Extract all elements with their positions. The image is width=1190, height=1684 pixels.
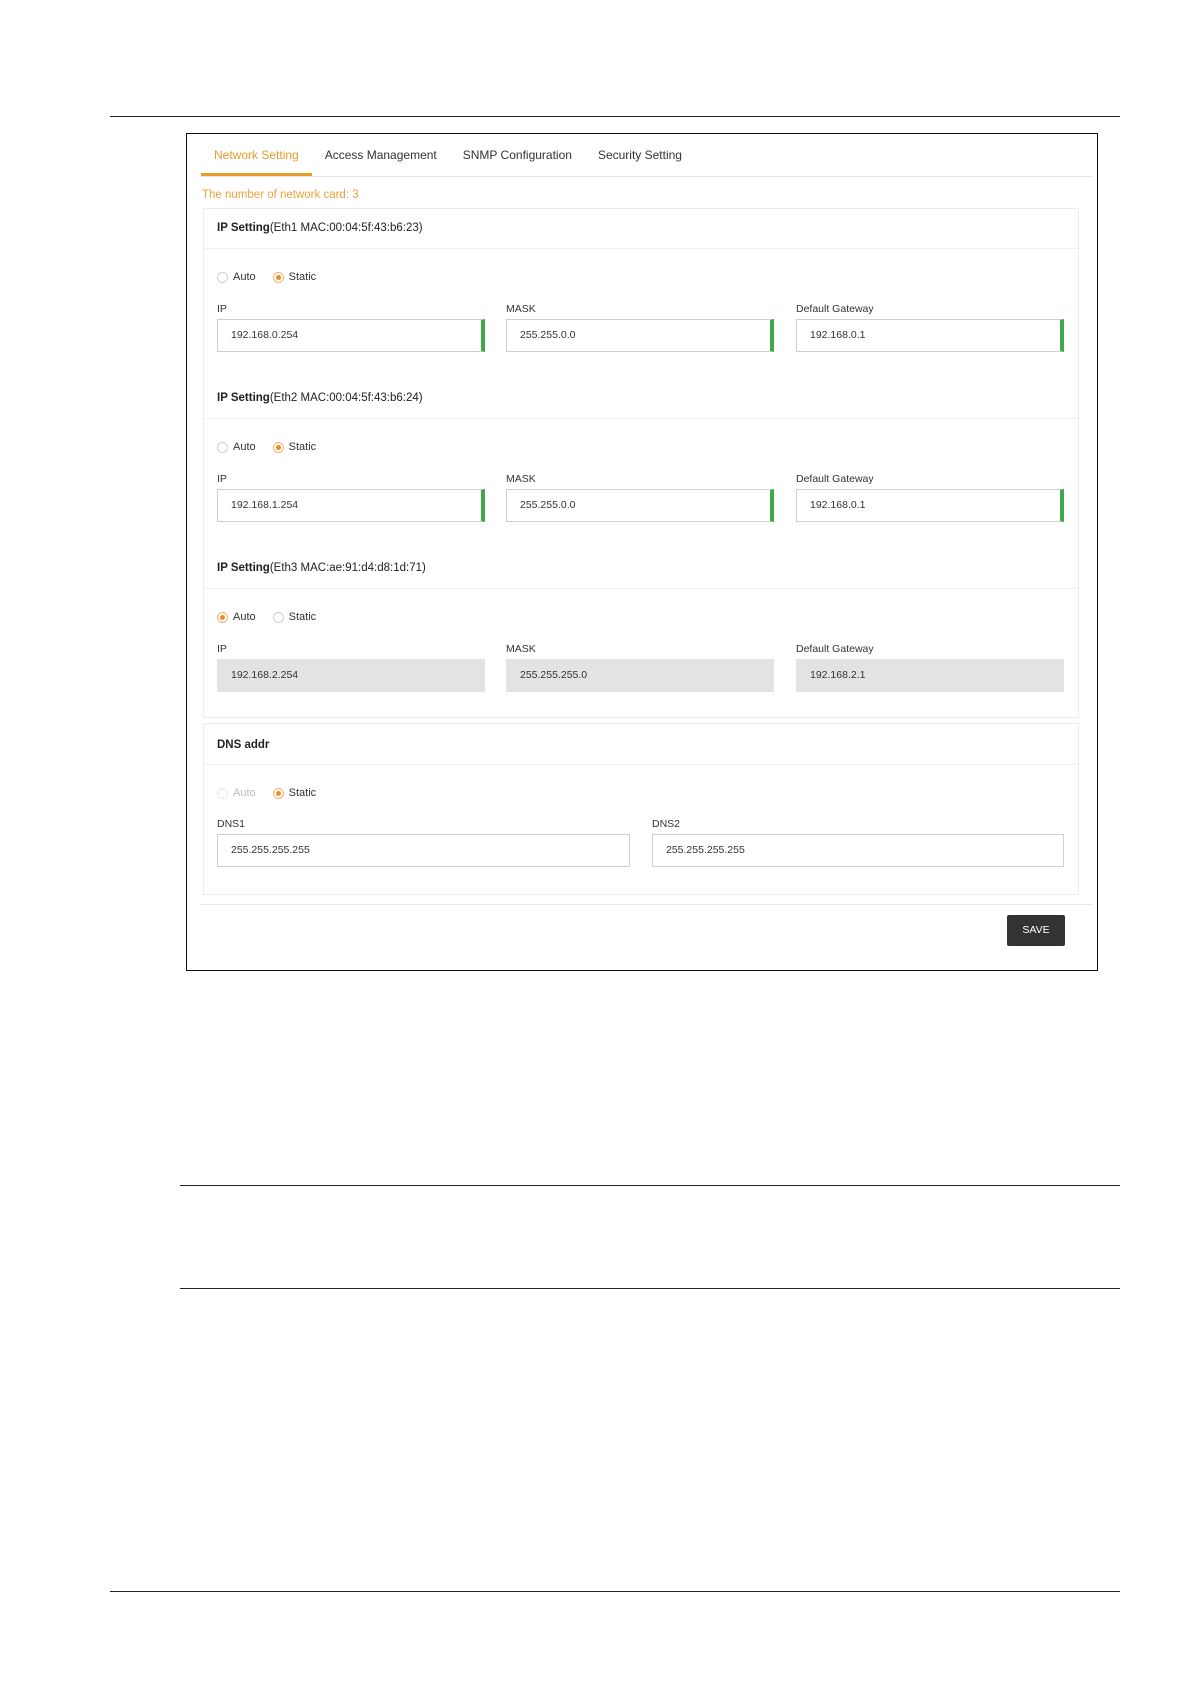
tab-security-setting[interactable]: Security Setting: [585, 134, 695, 176]
eth3-ip-label: IP: [217, 643, 227, 655]
eth2-gateway-label: Default Gateway: [796, 473, 874, 485]
eth2-static-radio[interactable]: [272, 441, 284, 453]
eth1-ip-label: IP: [217, 303, 227, 315]
eth2-auto-label: Auto: [233, 441, 256, 453]
eth1-divider: [204, 248, 1078, 249]
dns-title: DNS addr: [217, 739, 270, 751]
eth1-auto-label: Auto: [233, 271, 256, 283]
dns-divider: [204, 764, 1078, 765]
page-bottom-rule: [110, 1591, 1120, 1592]
dns1-label: DNS1: [217, 818, 246, 830]
eth2-mask-label: MASK: [506, 473, 536, 485]
dns-mode-group: Auto Static: [217, 787, 333, 799]
eth3-auto-radio[interactable]: [217, 611, 228, 623]
dns-static-radio[interactable]: [272, 787, 284, 799]
eth1-ip-input[interactable]: 192.168.0.254: [217, 319, 485, 352]
eth1-mode-group: Auto Static: [217, 271, 333, 283]
eth1-title: IP Setting(Eth1 MAC:00:04:5f:43:b6:23): [217, 222, 423, 234]
form-footer-divider: [201, 904, 1093, 905]
ip-settings-panel: IP Setting(Eth1 MAC:00:04:5f:43:b6:23) A…: [203, 208, 1079, 718]
eth2-auto-radio[interactable]: [217, 441, 228, 453]
eth3-ip-input: 192.168.2.254: [217, 659, 485, 692]
dns2-label: DNS2: [652, 818, 681, 830]
eth3-gateway-label: Default Gateway: [796, 643, 874, 655]
eth2-divider: [204, 418, 1078, 419]
dns1-input[interactable]: 255.255.255.255: [217, 834, 630, 867]
dns2-input[interactable]: 255.255.255.255: [652, 834, 1064, 867]
eth1-gateway-input[interactable]: 192.168.0.1: [796, 319, 1064, 352]
dns-auto-label: Auto: [233, 787, 256, 799]
network-card-count: The number of network card: 3: [202, 189, 359, 201]
eth3-divider: [204, 588, 1078, 589]
dns-static-label: Static: [288, 787, 317, 799]
dns-panel: DNS addr Auto Static DNS1 255.255.255.25…: [203, 723, 1079, 895]
save-button[interactable]: SAVE: [1007, 915, 1065, 946]
eth1-gateway-label: Default Gateway: [796, 303, 874, 315]
eth1-auto-radio[interactable]: [217, 271, 228, 283]
eth3-static-radio[interactable]: [272, 611, 284, 623]
tab-snmp-configuration[interactable]: SNMP Configuration: [450, 134, 585, 176]
eth1-static-label: Static: [288, 271, 317, 283]
dns-auto-radio: [217, 787, 228, 799]
eth3-mode-group: Auto Static: [217, 611, 333, 623]
note-bottom-rule: [180, 1288, 1120, 1289]
eth2-ip-label: IP: [217, 473, 227, 485]
eth1-mask-input[interactable]: 255.255.0.0: [506, 319, 774, 352]
note-top-rule: [180, 1185, 1120, 1186]
eth1-mask-label: MASK: [506, 303, 536, 315]
eth3-gateway-input: 192.168.2.1: [796, 659, 1064, 692]
screenshot-frame: Network Setting Access Management SNMP C…: [186, 133, 1098, 971]
eth2-static-label: Static: [288, 441, 317, 453]
tab-access-management[interactable]: Access Management: [312, 134, 450, 176]
page-top-rule: [110, 116, 1120, 117]
eth2-ip-input[interactable]: 192.168.1.254: [217, 489, 485, 522]
eth3-title: IP Setting(Eth3 MAC:ae:91:d4:d8:1d:71): [217, 562, 426, 574]
eth3-mask-input: 255.255.255.0: [506, 659, 774, 692]
eth2-gateway-input[interactable]: 192.168.0.1: [796, 489, 1064, 522]
tab-network-setting[interactable]: Network Setting: [201, 134, 312, 176]
eth2-title: IP Setting(Eth2 MAC:00:04:5f:43:b6:24): [217, 392, 423, 404]
eth2-mask-input[interactable]: 255.255.0.0: [506, 489, 774, 522]
eth3-mask-label: MASK: [506, 643, 536, 655]
eth3-auto-label: Auto: [233, 611, 256, 623]
eth3-static-label: Static: [288, 611, 317, 623]
eth1-static-radio[interactable]: [272, 271, 284, 283]
tab-bar: Network Setting Access Management SNMP C…: [201, 134, 1093, 177]
eth2-mode-group: Auto Static: [217, 441, 333, 453]
